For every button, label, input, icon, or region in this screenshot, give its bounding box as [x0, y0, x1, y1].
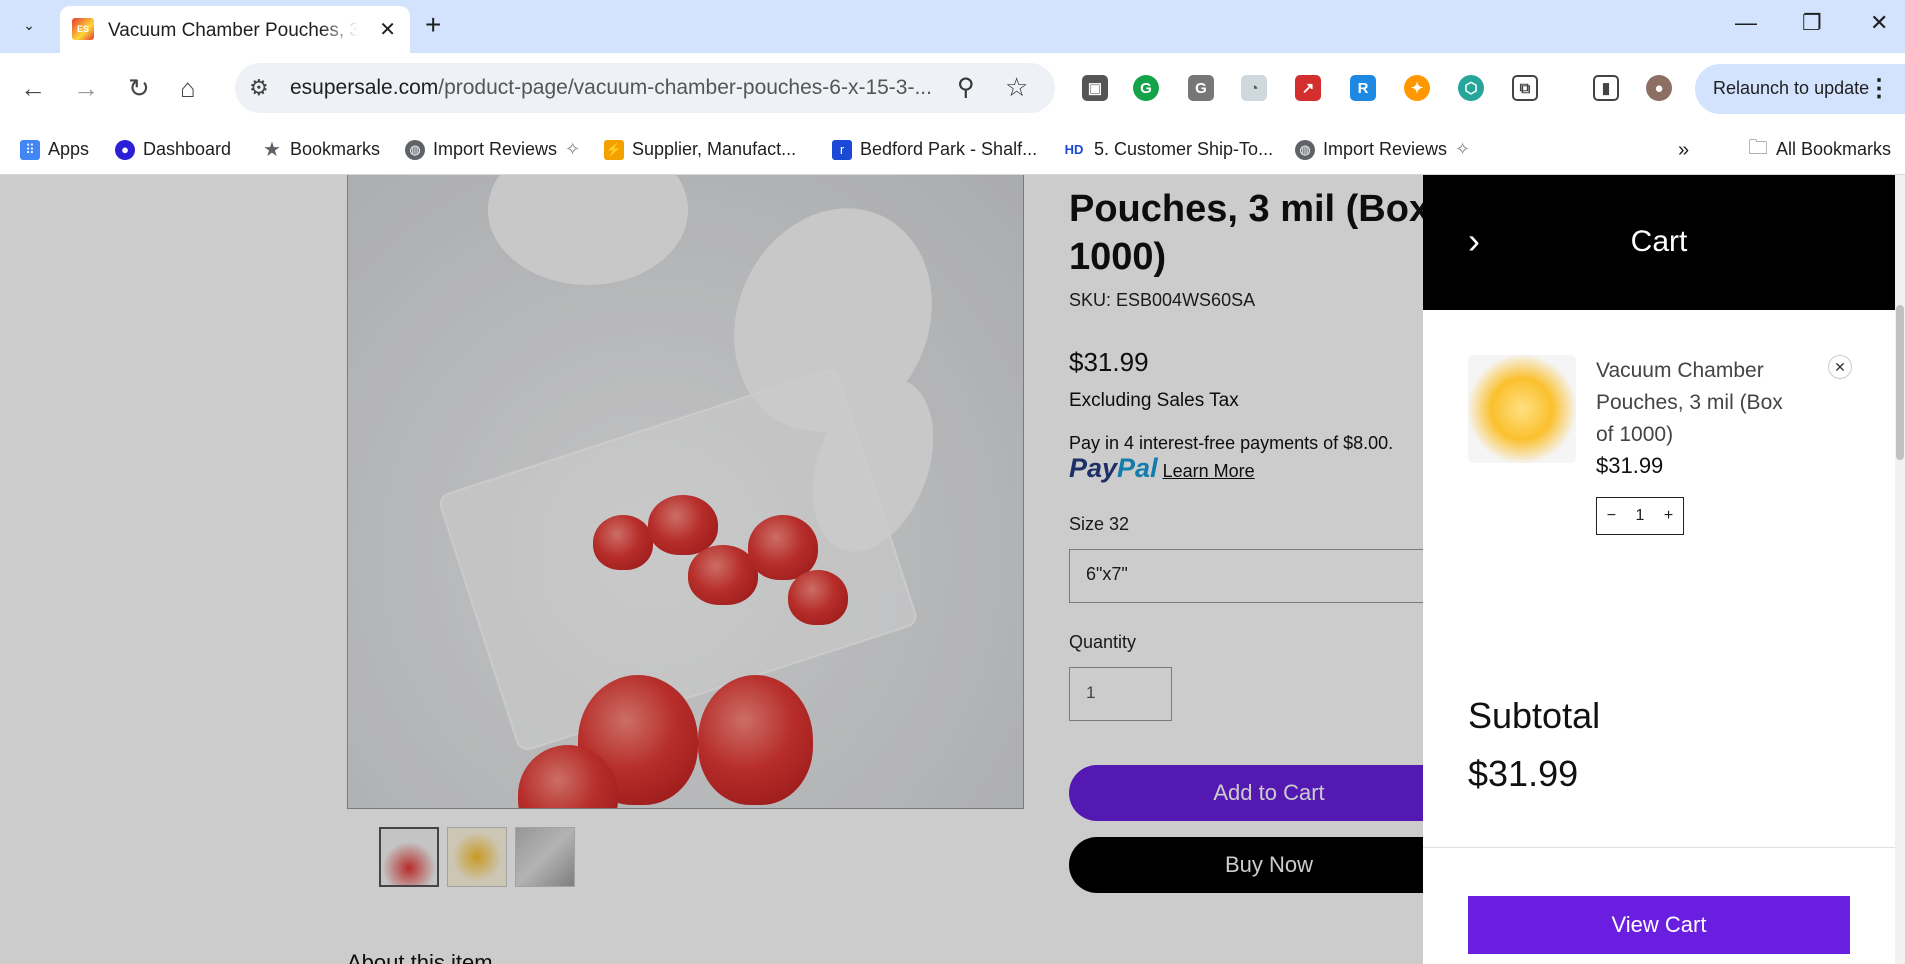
bookmark-bookmarks[interactable]: ★ Bookmarks	[262, 139, 381, 161]
cart-item-name[interactable]: Vacuum Chamber Pouches, 3 mil (Box of 10…	[1596, 355, 1796, 451]
bookmark-label: Dashboard	[143, 139, 232, 159]
decrease-quantity-button[interactable]: −	[1607, 507, 1616, 525]
profile-avatar[interactable]: ●	[1646, 75, 1672, 101]
remove-item-icon[interactable]: ✕	[1828, 355, 1852, 379]
tab-close-icon[interactable]: ✕	[379, 17, 396, 42]
hd-icon: HD	[1064, 142, 1084, 157]
bookmark-import-reviews-2[interactable]: ◍ Import Reviews ✧	[1295, 139, 1470, 160]
cart-item-quantity[interactable]: 1	[1636, 507, 1645, 525]
cart-header: › Cart	[1423, 175, 1895, 310]
quantity-stepper: − 1 +	[1596, 497, 1684, 535]
site-favicon-icon: ES	[72, 18, 94, 40]
extension-red-icon[interactable]: ↗	[1295, 75, 1321, 101]
subtotal-value: $31.99	[1468, 753, 1579, 794]
bookmark-label: Import Reviews	[433, 139, 558, 159]
scrollbar-track[interactable]	[1895, 175, 1905, 964]
star-icon: ★	[263, 139, 281, 161]
close-window-button[interactable]: ✕	[1870, 10, 1888, 36]
more-menu-icon[interactable]: ⋮	[1867, 74, 1891, 103]
grammarly-icon[interactable]: G	[1133, 75, 1159, 101]
bookmark-star-icon[interactable]: ☆	[1005, 72, 1028, 103]
new-tab-button[interactable]: +	[425, 9, 441, 41]
back-button[interactable]: ←	[20, 73, 46, 104]
address-bar[interactable]: ⚙ esupersale.com/product-page/vacuum-cha…	[235, 63, 1055, 113]
bookmark-label: Bedford Park - Shalf...	[860, 139, 1038, 159]
cart-divider	[1423, 847, 1895, 848]
globe-icon: ◍	[1295, 139, 1315, 160]
globe-icon: ◍	[405, 139, 425, 160]
dashboard-icon: ●	[115, 139, 135, 160]
restore-button[interactable]: ❐	[1802, 10, 1822, 36]
cart-panel: › Cart Vacuum Chamber Pouches, 3 mil (Bo…	[1423, 175, 1895, 964]
url-path: /product-page/vacuum-chamber-pouches-6-x…	[438, 76, 932, 99]
cart-title: Cart	[1630, 225, 1688, 258]
bookmark-bedford-park[interactable]: r Bedford Park - Shalf...	[832, 139, 1037, 160]
page-dim-overlay[interactable]	[0, 175, 1423, 964]
url-text[interactable]: esupersale.com/product-page/vacuum-chamb…	[290, 76, 932, 100]
apps-grid-icon: ⠿	[20, 139, 40, 160]
bedford-icon: r	[832, 139, 852, 160]
extension-icon-1[interactable]: ▣	[1082, 75, 1108, 101]
site-info-icon[interactable]: ⚙	[249, 75, 269, 101]
bookmark-label: Bookmarks	[290, 139, 381, 159]
zoom-icon[interactable]: ⚲	[957, 73, 975, 102]
url-host: esupersale.com	[290, 76, 439, 99]
minimize-button[interactable]: —	[1735, 10, 1757, 36]
side-panel-icon[interactable]: ▮	[1593, 75, 1619, 101]
bookmark-label: Apps	[48, 139, 90, 159]
bookmarks-bar: ⠿ Apps ● Dashboard ★ Bookmarks ◍ Import Revi…	[0, 125, 1905, 175]
bookmarks-overflow-icon[interactable]: »	[1678, 139, 1689, 162]
scrollbar-thumb[interactable]	[1896, 305, 1904, 460]
web-page: About this item Pouches, 3 mil (Box 1000…	[0, 175, 1905, 964]
bookmark-label: Import Reviews	[1323, 139, 1448, 159]
extension-r-icon[interactable]: R	[1350, 75, 1376, 101]
metamask-fox-icon[interactable]: ✦	[1404, 75, 1430, 101]
folder-icon: 🗀	[1748, 136, 1768, 159]
active-tab[interactable]: ES Vacuum Chamber Pouches, 3 mil (Box of…	[60, 6, 410, 53]
bookmark-apps[interactable]: ⠿ Apps	[20, 139, 89, 160]
extension-hex-icon[interactable]: ⬡	[1458, 75, 1484, 101]
reload-button[interactable]: ↻	[128, 73, 150, 104]
bookmark-import-reviews[interactable]: ◍ Import Reviews ✧	[405, 139, 580, 160]
supplier-icon: ⚡	[604, 139, 624, 160]
bookmark-customer-ship-to[interactable]: HD 5. Customer Ship-To...	[1062, 139, 1273, 160]
subtotal-label: Subtotal	[1468, 695, 1601, 736]
bookmark-dashboard[interactable]: ● Dashboard	[115, 139, 231, 160]
increase-quantity-button[interactable]: +	[1664, 507, 1673, 525]
bookmark-label: 5. Customer Ship-To...	[1094, 139, 1274, 159]
extension-rainbow-icon[interactable]: ◔	[1241, 75, 1267, 101]
home-button[interactable]: ⌂	[180, 73, 196, 104]
tab-search-button[interactable]: ⌄	[12, 10, 46, 40]
relaunch-update-button[interactable]: Relaunch to update ⋮	[1695, 64, 1905, 114]
bookmark-all-bookmarks[interactable]: 🗀 All Bookmarks	[1748, 136, 1892, 160]
extensions-puzzle-icon[interactable]: ⧉	[1512, 75, 1538, 101]
bookmark-label: Supplier, Manufact...	[632, 139, 797, 159]
tab-title: Vacuum Chamber Pouches, 3 mil (Box of 10…	[108, 20, 358, 41]
forward-button[interactable]: →	[73, 73, 99, 104]
bookmark-supplier[interactable]: ⚡ Supplier, Manufact...	[604, 139, 796, 160]
cart-item-price: $31.99	[1596, 453, 1664, 478]
view-cart-button[interactable]: View Cart	[1468, 896, 1850, 954]
browser-toolbar: ← → ↻ ⌂ ⚙ esupersale.com/product-page/va…	[0, 53, 1905, 125]
tab-strip: ⌄ ES Vacuum Chamber Pouches, 3 mil (Box …	[0, 0, 1905, 53]
extension-g-icon[interactable]: G	[1188, 75, 1214, 101]
cart-item-image[interactable]	[1468, 355, 1576, 463]
bookmark-label: All Bookmarks	[1776, 139, 1892, 159]
relaunch-label: Relaunch to update	[1713, 78, 1870, 98]
